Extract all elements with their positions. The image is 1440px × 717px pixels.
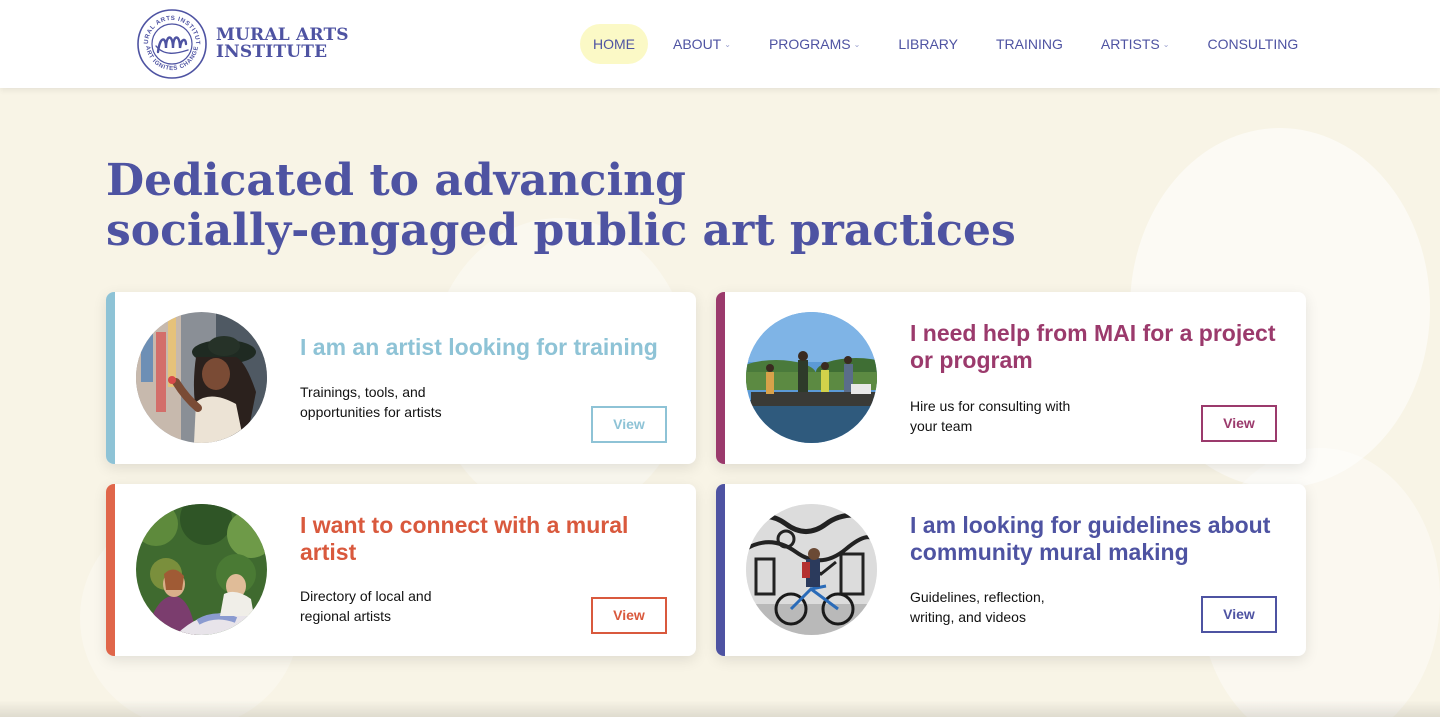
nav-item-consulting[interactable]: CONSULTING: [1194, 24, 1311, 64]
nav-item-library[interactable]: LIBRARY: [885, 24, 971, 64]
card-accent-bar: [716, 292, 725, 464]
card-connect-artist[interactable]: I want to connect with a mural artist Di…: [106, 484, 696, 656]
card-hire-consulting[interactable]: I need help from MAI for a project or pr…: [716, 292, 1306, 464]
site-logo[interactable]: MURAL ARTS INSTITUTE ART IGNITES CHANGE …: [136, 8, 356, 80]
nav-item-artists[interactable]: ARTISTS ⌄: [1088, 24, 1183, 64]
painting-of-figures-photo: [136, 504, 267, 635]
card-accent-bar: [716, 484, 725, 656]
card-title: I am looking for guidelines about commun…: [910, 512, 1271, 565]
cyclist-mural-photo: [746, 504, 877, 635]
card-description: Hire us for consulting with your team: [910, 396, 1110, 436]
card-description-line2: your team: [910, 418, 973, 434]
nav-item-label: HOME: [593, 36, 635, 52]
card-description-line2: writing, and videos: [910, 609, 1026, 625]
hero-headline-line1: Dedicated to advancing: [106, 155, 686, 206]
card-title: I need help from MAI for a project or pr…: [910, 320, 1276, 373]
nav-item-label: ABOUT: [673, 36, 722, 52]
nav-item-label: ARTISTS: [1100, 36, 1160, 52]
card-description-line2: regional artists: [300, 608, 392, 624]
artist-painting-wall-photo: [136, 312, 267, 443]
card-description-line1: Guidelines, reflection,: [910, 589, 1045, 605]
main-nav: HOME ABOUT ⌄ PROGRAMS ⌄ LIBRARY TRAINING A…: [580, 24, 1323, 64]
workers-on-barge-photo: [746, 312, 877, 443]
card-artist-training[interactable]: I am an artist looking for training Trai…: [106, 292, 696, 464]
chevron-down-icon: ⌄: [724, 39, 731, 49]
card-title: I am an artist looking for training: [300, 334, 658, 360]
nav-item-programs[interactable]: PROGRAMS ⌄: [756, 24, 873, 64]
view-button[interactable]: View: [1201, 596, 1277, 633]
nav-item-about[interactable]: ABOUT ⌄: [660, 24, 744, 64]
nav-item-label: TRAINING: [996, 36, 1063, 52]
card-description-line1: Hire us for consulting with: [910, 398, 1071, 414]
page-bottom-shadow: [0, 700, 1440, 717]
card-description: Guidelines, reflection, writing, and vid…: [910, 587, 1110, 627]
card-accent-bar: [106, 484, 115, 656]
view-button[interactable]: View: [591, 597, 667, 634]
nav-item-training[interactable]: TRAINING: [983, 24, 1076, 64]
card-description: Trainings, tools, and opportunities for …: [300, 382, 500, 422]
chevron-down-icon: ⌄: [853, 39, 861, 49]
card-accent-bar: [106, 292, 115, 464]
card-title: I want to connect with a mural artist: [300, 512, 629, 565]
card-description: Directory of local and regional artists: [300, 586, 500, 626]
hero-headline: Dedicated to advancing socially-engaged …: [106, 156, 1206, 256]
brand-name: MURAL ARTS INSTITUTE: [216, 27, 349, 61]
site-header: MURAL ARTS INSTITUTE ART IGNITES CHANGE …: [0, 0, 1440, 88]
mural-arts-seal-icon: MURAL ARTS INSTITUTE ART IGNITES CHANGE: [136, 8, 207, 79]
nav-item-label: PROGRAMS: [768, 36, 851, 52]
nav-item-label: CONSULTING: [1207, 36, 1299, 52]
brand-name-line2: INSTITUTE: [216, 42, 328, 62]
view-button[interactable]: View: [591, 406, 667, 443]
card-description-line1: Trainings, tools, and: [300, 384, 426, 400]
view-button[interactable]: View: [1201, 405, 1277, 442]
nav-item-label: LIBRARY: [898, 36, 958, 52]
card-description-line1: Directory of local and: [300, 588, 432, 604]
card-description-line2: opportunities for artists: [300, 404, 442, 420]
chevron-down-icon: ⌄: [1162, 39, 1170, 49]
nav-item-home[interactable]: HOME: [580, 24, 648, 64]
card-guidelines[interactable]: I am looking for guidelines about commun…: [716, 484, 1306, 656]
hero-headline-line2: socially-engaged public art practices: [106, 205, 1016, 256]
